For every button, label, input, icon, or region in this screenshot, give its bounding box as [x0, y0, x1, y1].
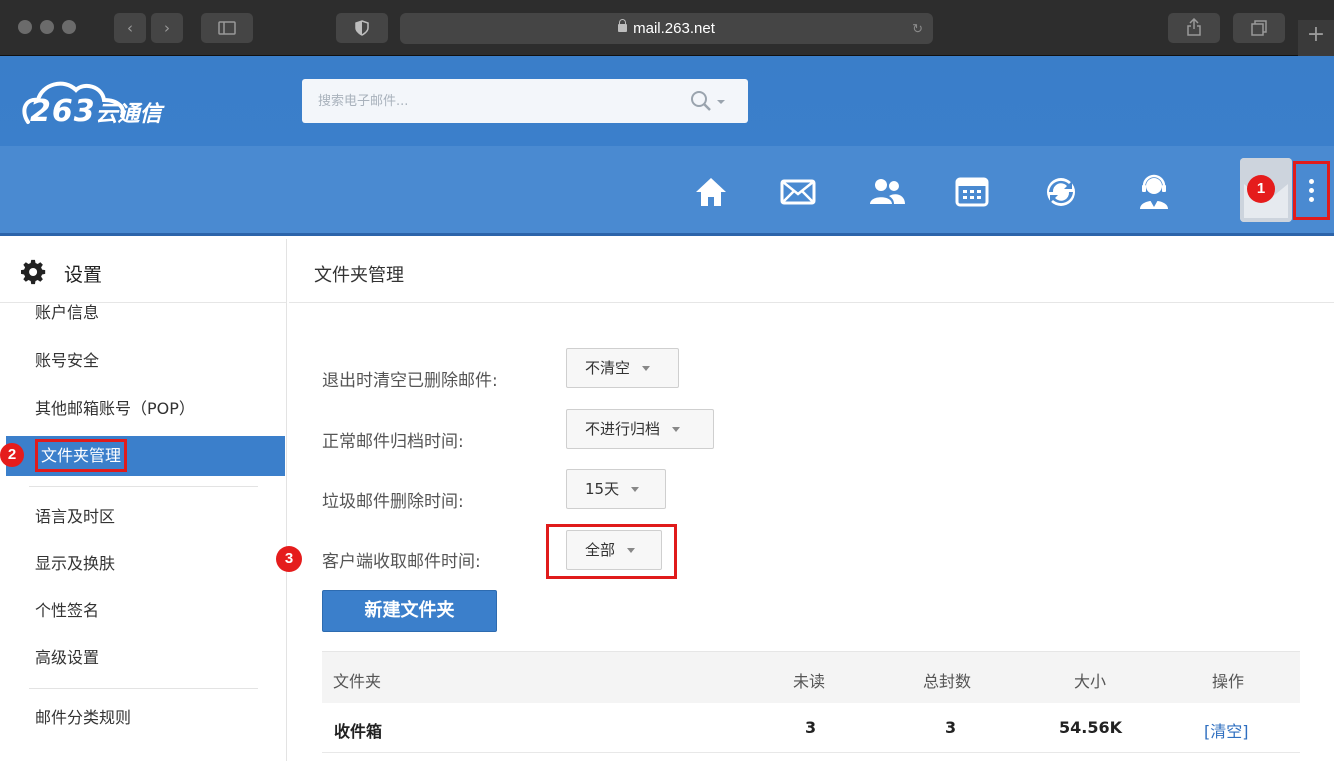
nav-sync[interactable] [1042, 174, 1080, 210]
close-window-button[interactable] [18, 20, 32, 34]
new-tab-button[interactable]: + [1298, 20, 1334, 56]
step-badge-1: 1 [1247, 175, 1275, 203]
column-header-unread[interactable]: 未读 [793, 668, 825, 692]
total-count-cell: 3 [945, 718, 957, 737]
address-bar[interactable]: mail.263.net ↻ [400, 13, 933, 44]
nav-support[interactable] [1135, 174, 1173, 210]
size-cell: 54.56K [1059, 718, 1123, 737]
dropdown-value: 不清空 [585, 359, 631, 377]
sidebar-item-pop-accounts[interactable]: 其他邮箱账号（POP） [0, 389, 286, 429]
empty-trash-dropdown[interactable]: 不清空 [566, 348, 679, 388]
share-button[interactable] [1168, 13, 1220, 43]
browser-toolbar: ‹ › mail.263.net ↻ + [0, 0, 1334, 56]
caret-down-icon [627, 548, 636, 553]
dot [1309, 197, 1314, 202]
main-nav: 1 [0, 146, 1334, 236]
sidebar-item-folder-management[interactable]: 文件夹管理 [6, 436, 285, 476]
sidebar-item-account-security[interactable]: 账号安全 [0, 341, 286, 381]
sidebar-toggle-button[interactable] [201, 13, 253, 43]
caret-down-icon [642, 366, 651, 371]
mail-icon [780, 179, 816, 205]
archive-time-dropdown[interactable]: 不进行归档 [566, 409, 714, 449]
chevron-right-icon: › [164, 19, 170, 37]
nav-contacts[interactable] [868, 174, 906, 210]
share-icon [1187, 17, 1201, 36]
back-button[interactable]: ‹ [114, 13, 146, 43]
sidebar-item-language-timezone[interactable]: 语言及时区 [0, 497, 286, 537]
new-folder-button[interactable]: 新建文件夹 [322, 590, 497, 632]
setting-label-empty-trash: 退出时清空已删除邮件: [322, 371, 498, 391]
zoom-window-button[interactable] [62, 20, 76, 34]
chevron-left-icon: ‹ [127, 19, 133, 37]
spam-delete-dropdown[interactable]: 15天 [566, 469, 666, 509]
dropdown-value: 全部 [585, 541, 616, 559]
sidebar-header: 设置 [0, 239, 286, 303]
dot [1309, 179, 1314, 184]
sidebar-item-account-info[interactable]: 账户信息 [0, 299, 286, 327]
search-input[interactable] [302, 79, 682, 123]
support-icon [1140, 174, 1168, 209]
page-title: 文件夹管理 [314, 265, 404, 286]
lock-icon [618, 19, 628, 32]
setting-label-spam-delete: 垃圾邮件删除时间: [322, 492, 464, 512]
more-menu-button[interactable] [1293, 161, 1330, 220]
content-header: 文件夹管理 [289, 239, 1334, 303]
setting-label-client-fetch: 客户端收取邮件时间: [322, 552, 481, 572]
sidebar-item-signature[interactable]: 个性签名 [0, 591, 286, 631]
sidebar-item-display-theme[interactable]: 显示及换肤 [0, 544, 286, 584]
sidebar-item-label: 文件夹管理 [35, 439, 128, 472]
table-row[interactable]: 收件箱 3 3 54.56K [清空] [322, 703, 1300, 753]
dropdown-value: 不进行归档 [585, 420, 661, 438]
folder-table-header: 文件夹 未读 总封数 大小 操作 [322, 651, 1300, 703]
search-box [302, 79, 748, 123]
settings-sidebar: 设置 账户信息 账号安全 其他邮箱账号（POP） 文件夹管理 语言及时区 显示及… [0, 239, 287, 761]
tabs-icon [1251, 20, 1267, 36]
step-badge-2: 2 [0, 443, 24, 467]
column-header-size[interactable]: 大小 [1074, 668, 1106, 692]
forward-button[interactable]: › [151, 13, 183, 43]
dropdown-value: 15天 [585, 480, 620, 498]
folder-name-cell[interactable]: 收件箱 [334, 718, 382, 742]
step-badge-3: 3 [276, 546, 302, 572]
home-icon [696, 178, 726, 206]
client-fetch-dropdown[interactable]: 全部 [566, 530, 662, 570]
column-header-actions: 操作 [1212, 672, 1245, 691]
divider [29, 688, 258, 689]
nav-calendar[interactable] [953, 174, 991, 210]
nav-mail[interactable] [779, 174, 817, 210]
contacts-icon [870, 179, 905, 204]
sidebar-item-mail-rules[interactable]: 邮件分类规则 [0, 698, 286, 738]
caret-down-icon [672, 427, 681, 432]
column-header-folder[interactable]: 文件夹 [333, 668, 381, 692]
caret-down-icon [631, 487, 640, 492]
logo-text: 263云通信 [30, 94, 162, 129]
column-header-total[interactable]: 总封数 [923, 668, 971, 692]
search-icon[interactable] [690, 90, 726, 112]
unread-count-cell: 3 [805, 718, 817, 737]
sidebar-title: 设置 [64, 264, 103, 286]
privacy-button[interactable] [336, 13, 388, 43]
plus-icon: + [1306, 22, 1326, 47]
gear-icon [21, 259, 46, 285]
tabs-overview-button[interactable] [1233, 13, 1285, 43]
reload-icon[interactable]: ↻ [912, 13, 923, 44]
app-header: 263云通信 [0, 56, 1334, 146]
url-text: mail.263.net [633, 20, 715, 37]
sync-icon [1047, 178, 1075, 206]
logo[interactable]: 263云通信 [18, 70, 238, 134]
divider [29, 486, 258, 487]
sidebar-item-advanced-settings[interactable]: 高级设置 [0, 638, 286, 678]
clear-folder-link[interactable]: [清空] [1204, 718, 1249, 742]
minimize-window-button[interactable] [40, 20, 54, 34]
dot [1309, 188, 1314, 193]
shield-icon [355, 20, 369, 36]
setting-label-archive-time: 正常邮件归档时间: [322, 432, 464, 452]
calendar-icon [955, 177, 989, 207]
nav-home[interactable] [692, 174, 730, 210]
sidebar-icon [218, 21, 236, 35]
